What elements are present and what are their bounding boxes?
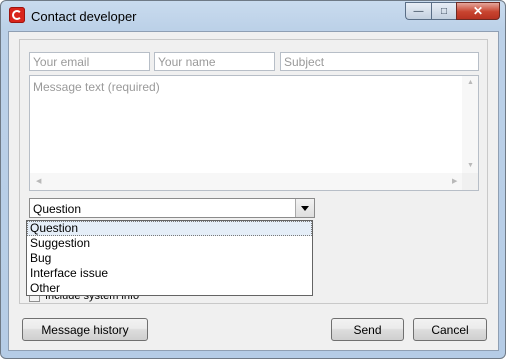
client-area: Message text (required) ▲ ▼ ◀ ▶ Question…	[8, 31, 499, 351]
horizontal-scrollbar[interactable]: ◀ ▶	[30, 173, 462, 190]
scroll-right-icon[interactable]: ▶	[452, 177, 457, 185]
message-placeholder: Message text (required)	[33, 80, 160, 94]
dropdown-option-suggestion[interactable]: Suggestion	[27, 236, 312, 251]
send-button[interactable]: Send	[331, 318, 404, 341]
scroll-down-icon[interactable]: ▼	[467, 162, 474, 169]
name-field[interactable]	[154, 52, 275, 71]
title-bar: Contact developer — □ ✕	[1, 1, 505, 30]
window-controls: — □ ✕	[405, 2, 500, 21]
dropdown-option-bug[interactable]: Bug	[27, 251, 312, 266]
category-selected-value: Question	[33, 202, 82, 216]
category-select[interactable]: Question	[29, 198, 315, 218]
dropdown-option-interface-issue[interactable]: Interface issue	[27, 266, 312, 281]
message-textarea[interactable]: Message text (required) ▲ ▼ ◀ ▶	[29, 75, 479, 191]
dropdown-option-question[interactable]: Question	[27, 221, 312, 236]
scroll-left-icon[interactable]: ◀	[36, 177, 41, 185]
minimize-icon[interactable]: —	[405, 2, 431, 20]
scrollbar-corner	[462, 173, 478, 190]
app-logo-icon	[9, 7, 25, 23]
cancel-button[interactable]: Cancel	[413, 318, 487, 341]
window-title: Contact developer	[31, 9, 137, 24]
message-history-button[interactable]: Message history	[22, 318, 148, 341]
maximize-icon[interactable]: □	[431, 2, 456, 20]
scroll-up-icon[interactable]: ▲	[467, 79, 474, 86]
dialog-window: Contact developer — □ ✕ Message text (re…	[0, 0, 506, 359]
close-icon[interactable]: ✕	[456, 2, 500, 20]
chevron-down-icon[interactable]	[295, 199, 314, 217]
category-dropdown-list: Question Suggestion Bug Interface issue …	[26, 220, 313, 296]
vertical-scrollbar[interactable]: ▲ ▼	[462, 76, 478, 174]
subject-field[interactable]	[280, 52, 479, 71]
dropdown-option-other[interactable]: Other	[27, 281, 312, 296]
email-field[interactable]	[29, 52, 150, 71]
